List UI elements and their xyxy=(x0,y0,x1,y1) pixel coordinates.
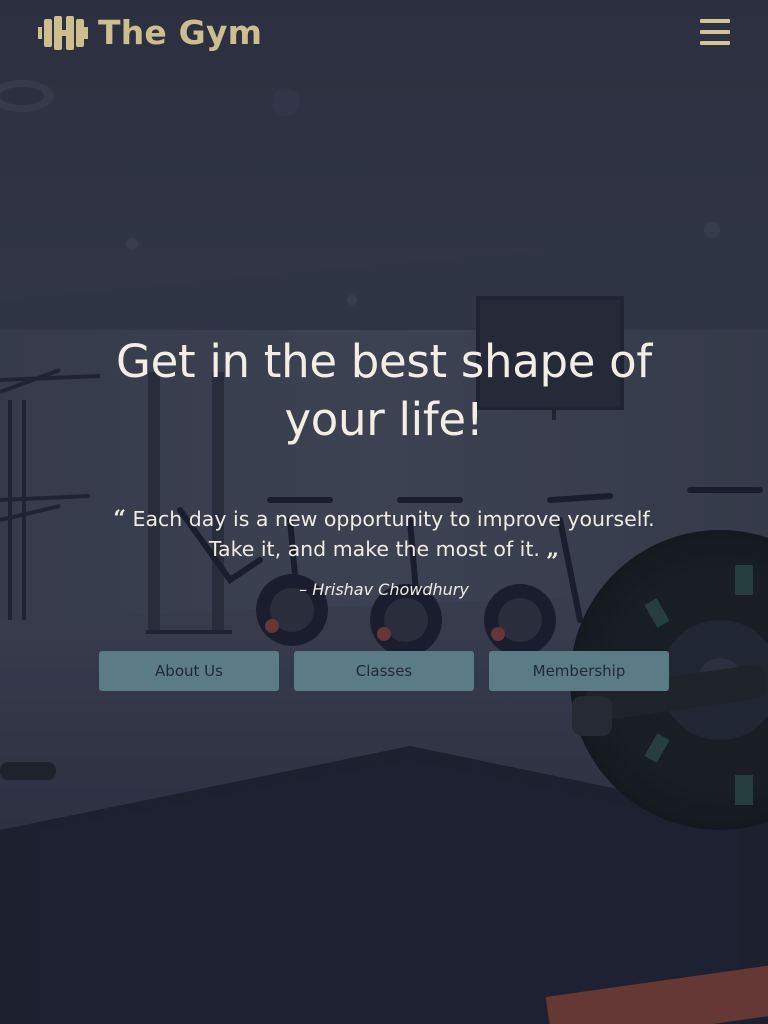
hero-headline: Get in the best shape of your life! xyxy=(116,335,652,446)
menu-bar-middle xyxy=(700,30,730,34)
brand-logo-link[interactable]: The Gym xyxy=(38,14,262,52)
classes-button[interactable]: Classes xyxy=(294,651,474,691)
close-quote-icon: „ xyxy=(546,536,560,562)
hamburger-menu-icon[interactable] xyxy=(696,16,736,50)
open-quote-icon: “ xyxy=(113,506,126,532)
hero-quote: “ Each day is a new opportunity to impro… xyxy=(98,504,670,564)
navbar: The Gym xyxy=(0,0,768,68)
membership-button[interactable]: Membership xyxy=(489,651,669,691)
about-us-button[interactable]: About Us xyxy=(99,651,279,691)
quote-author: – Hrishav Chowdhury xyxy=(299,580,469,599)
dumbbell-icon xyxy=(38,16,88,50)
brand-name: The Gym xyxy=(98,13,263,52)
menu-bar-top xyxy=(700,19,730,23)
hero-section: The Gym Get in the best shape of your li… xyxy=(0,0,768,1024)
menu-bar-bottom xyxy=(700,41,730,45)
quote-text: Each day is a new opportunity to improve… xyxy=(125,507,655,561)
